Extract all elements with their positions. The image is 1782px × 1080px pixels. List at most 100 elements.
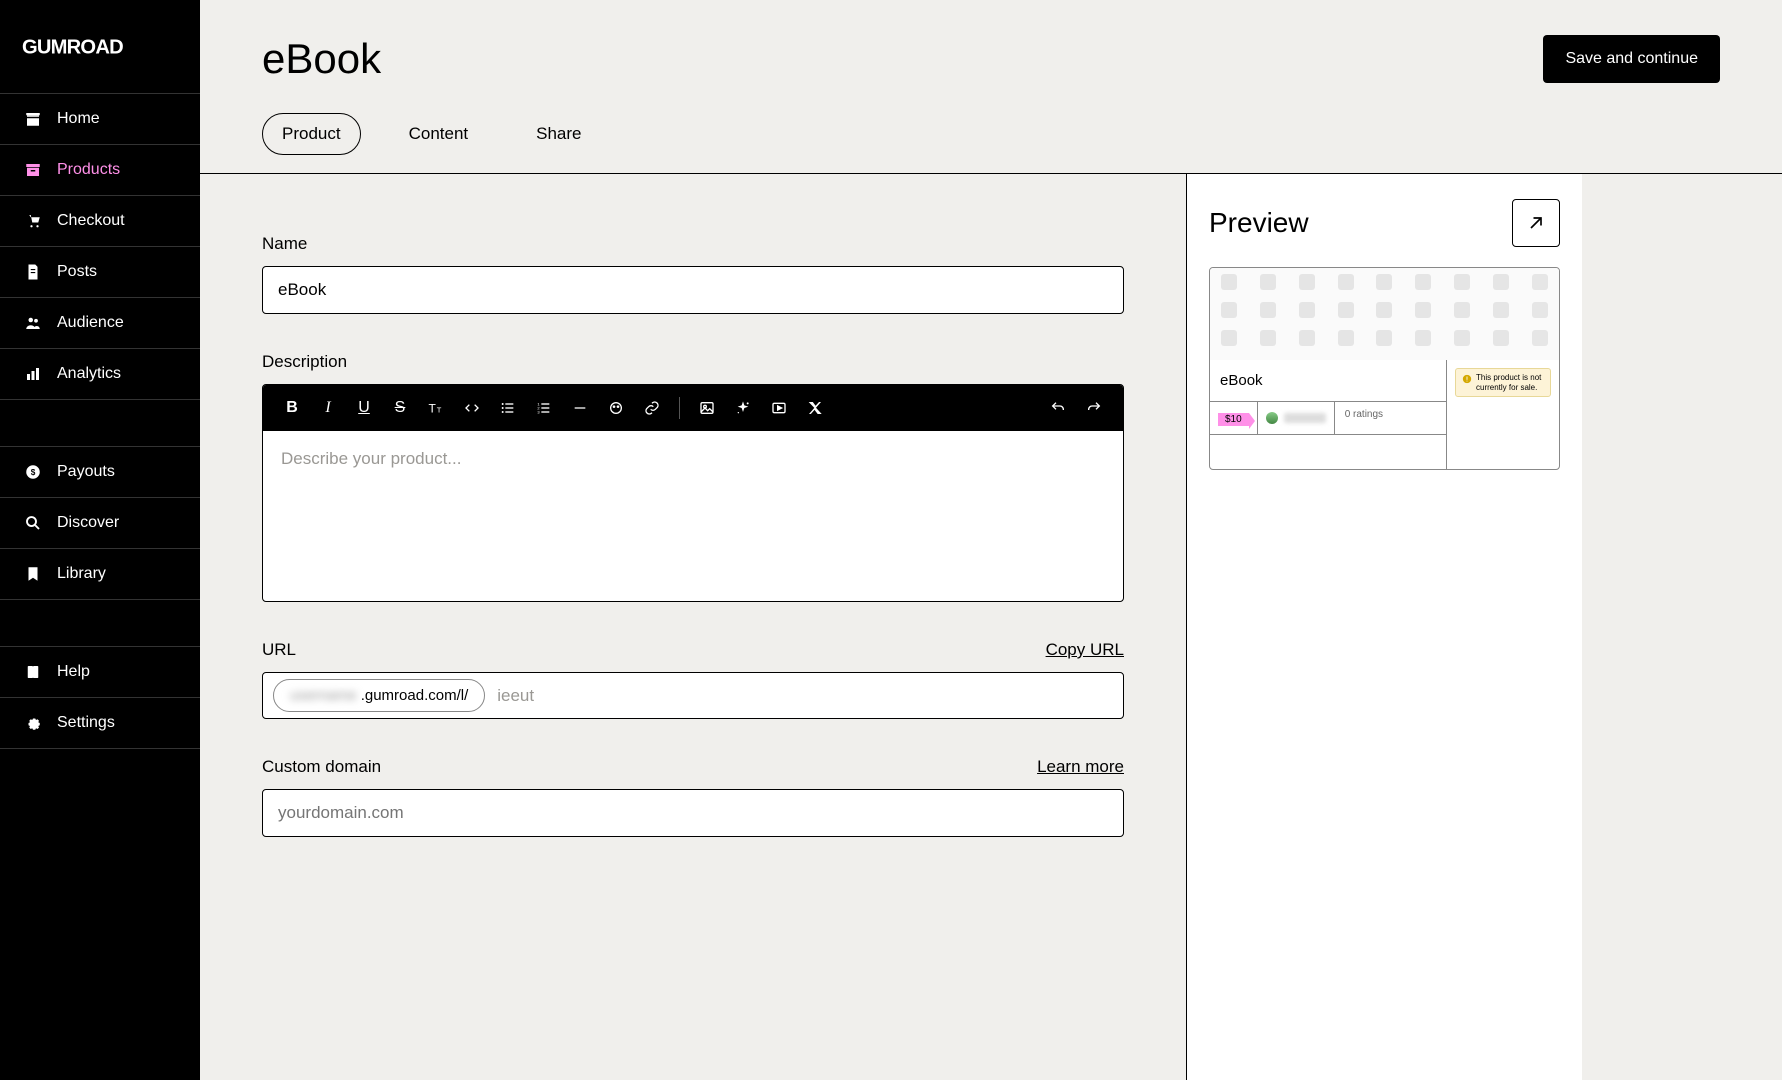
nav-label: Analytics: [57, 365, 121, 383]
svg-text:$: $: [31, 468, 36, 477]
editor-toolbar: B I U S TT 123: [263, 385, 1123, 431]
preview-card: eBook $10 0 ratings: [1209, 267, 1560, 470]
sparkle-button[interactable]: [734, 399, 752, 417]
warning-text: This product is not currently for sale.: [1476, 373, 1544, 392]
code-button[interactable]: [463, 399, 481, 417]
redo-button[interactable]: [1085, 399, 1103, 417]
hr-button[interactable]: [571, 399, 589, 417]
preview-cover-placeholder: [1210, 268, 1559, 360]
nav-audience[interactable]: Audience: [0, 298, 200, 349]
video-button[interactable]: [770, 399, 788, 417]
undo-button[interactable]: [1049, 399, 1067, 417]
nav-library[interactable]: Library: [0, 549, 200, 600]
nav-posts[interactable]: Posts: [0, 247, 200, 298]
nav-label: Posts: [57, 263, 97, 281]
quote-button[interactable]: [607, 399, 625, 417]
shop-icon: [24, 110, 42, 128]
strikethrough-button[interactable]: S: [391, 399, 409, 417]
warning-banner: This product is not currently for sale.: [1455, 368, 1551, 397]
underline-button[interactable]: U: [355, 399, 373, 417]
chart-icon: [24, 365, 42, 383]
nav-checkout[interactable]: Checkout: [0, 196, 200, 247]
textsize-button[interactable]: TT: [427, 399, 445, 417]
tab-share[interactable]: Share: [516, 113, 601, 155]
nav-label: Home: [57, 110, 100, 128]
svg-text:T: T: [429, 402, 437, 416]
custom-domain-label: Custom domain: [262, 757, 381, 777]
book-icon: [24, 663, 42, 681]
preview-title: Preview: [1209, 207, 1309, 239]
url-domain: .gumroad.com/l/: [361, 687, 469, 704]
archive-icon: [24, 161, 42, 179]
nav-home[interactable]: Home: [0, 94, 200, 145]
search-icon: [24, 514, 42, 532]
image-button[interactable]: [698, 399, 716, 417]
svg-text:T: T: [437, 406, 442, 415]
italic-button[interactable]: I: [319, 399, 337, 417]
preview-footer: [1210, 435, 1446, 469]
author-name-blurred: [1284, 413, 1326, 423]
gear-icon: [24, 714, 42, 732]
sidebar: GUMROAD Home Products Checkout Posts Aud…: [0, 0, 200, 1080]
brand-logo: GUMROAD: [0, 0, 200, 93]
dollar-icon: $: [24, 463, 42, 481]
tab-content[interactable]: Content: [389, 113, 489, 155]
tabs: Product Content Share: [262, 113, 1720, 173]
warning-icon: [1462, 374, 1472, 384]
save-continue-button[interactable]: Save and continue: [1543, 35, 1720, 83]
tab-product[interactable]: Product: [262, 113, 361, 155]
description-editor: B I U S TT 123: [262, 384, 1124, 602]
url-input[interactable]: username.gumroad.com/l/: [262, 672, 1124, 719]
main: eBook Save and continue Product Content …: [200, 0, 1782, 1080]
nav-label: Library: [57, 565, 106, 583]
nav-analytics[interactable]: Analytics: [0, 349, 200, 400]
bold-button[interactable]: B: [283, 399, 301, 417]
header: eBook Save and continue Product Content …: [200, 0, 1782, 174]
bookmark-icon: [24, 565, 42, 583]
learn-more-link[interactable]: Learn more: [1037, 757, 1124, 777]
nav-spacer: [0, 400, 200, 447]
toolbar-separator: [679, 397, 680, 419]
nav-label: Settings: [57, 714, 115, 732]
url-username-blurred: username: [290, 687, 357, 704]
file-icon: [24, 263, 42, 281]
preview-author: [1258, 402, 1335, 434]
name-input[interactable]: [262, 266, 1124, 314]
description-textarea[interactable]: Describe your product...: [263, 431, 1123, 601]
nav-label: Payouts: [57, 463, 115, 481]
cart-icon: [24, 212, 42, 230]
nav-label: Products: [57, 161, 120, 179]
name-label: Name: [262, 234, 307, 254]
form-area: Name Description B I U S TT: [200, 174, 1187, 1080]
price-badge: $10: [1218, 413, 1249, 426]
nav-label: Discover: [57, 514, 119, 532]
custom-domain-input[interactable]: [262, 789, 1124, 837]
nav-products[interactable]: Products: [0, 145, 200, 196]
nav-payouts[interactable]: $ Payouts: [0, 447, 200, 498]
link-button[interactable]: [643, 399, 661, 417]
preview-pane: Preview eBook: [1187, 174, 1582, 1080]
numbered-list-button[interactable]: 123: [535, 399, 553, 417]
nav-discover[interactable]: Discover: [0, 498, 200, 549]
copy-url-link[interactable]: Copy URL: [1046, 640, 1124, 660]
nav-label: Help: [57, 663, 90, 681]
avatar-icon: [1266, 412, 1278, 424]
open-preview-button[interactable]: [1512, 199, 1560, 247]
nav-help[interactable]: Help: [0, 647, 200, 698]
nav-label: Checkout: [57, 212, 125, 230]
x-button[interactable]: [806, 399, 824, 417]
url-label: URL: [262, 640, 296, 660]
nav-list: Home Products Checkout Posts Audience An…: [0, 93, 200, 749]
bullet-list-button[interactable]: [499, 399, 517, 417]
svg-text:3: 3: [537, 409, 540, 414]
nav-spacer: [0, 600, 200, 647]
preview-price: $10: [1210, 402, 1258, 434]
url-slug-input[interactable]: [497, 686, 1113, 706]
page-title: eBook: [262, 35, 381, 83]
external-link-icon: [1526, 213, 1546, 233]
preview-product-name: eBook: [1210, 360, 1446, 402]
nav-label: Audience: [57, 314, 124, 332]
preview-rating: 0 ratings: [1335, 402, 1393, 434]
nav-settings[interactable]: Settings: [0, 698, 200, 749]
url-prefix-pill: username.gumroad.com/l/: [273, 679, 485, 712]
